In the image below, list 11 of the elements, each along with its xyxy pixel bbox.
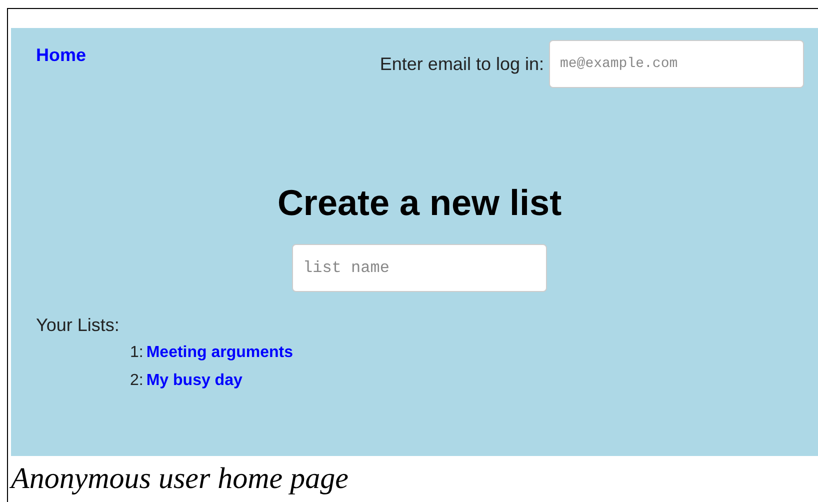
- list-link[interactable]: My busy day: [146, 369, 242, 393]
- login-label: Enter email to log in:: [380, 52, 544, 76]
- page-heading: Create a new list: [277, 181, 562, 225]
- list-link[interactable]: Meeting arguments: [146, 341, 294, 365]
- email-field[interactable]: me@example.com: [549, 40, 804, 88]
- list-number: 2:: [130, 371, 144, 391]
- your-lists-label: Your Lists:: [36, 314, 120, 337]
- figure-caption: Anonymous user home page: [11, 461, 348, 497]
- list-name-field[interactable]: list name: [292, 244, 547, 292]
- home-link[interactable]: Home: [36, 42, 86, 69]
- list-number: 1:: [130, 343, 144, 363]
